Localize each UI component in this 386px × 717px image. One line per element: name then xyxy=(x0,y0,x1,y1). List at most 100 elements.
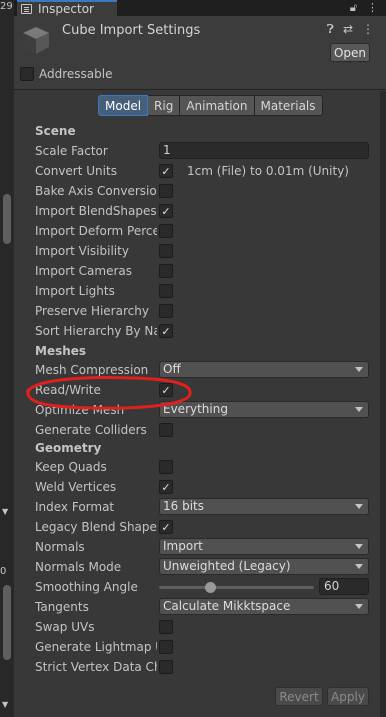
swap-uvs-row: Swap UVs xyxy=(35,618,380,636)
import-deform-checkbox[interactable] xyxy=(159,224,173,238)
section-scene: Scene xyxy=(35,124,76,138)
apply-button[interactable]: Apply xyxy=(327,687,369,706)
adjacent-panel-number-2: 0 xyxy=(0,566,7,577)
lock-icon[interactable]: 🔓︎ xyxy=(350,1,357,15)
convert-units-label: Convert Units xyxy=(35,164,117,178)
lightmap-uvs-checkbox[interactable] xyxy=(159,640,173,654)
import-deform-row: Import Deform Percent xyxy=(35,222,380,240)
generate-colliders-checkbox[interactable] xyxy=(159,423,173,437)
legacy-blend-row: Legacy Blend Shape Normals ✓ xyxy=(35,518,380,536)
scale-factor-label: Scale Factor xyxy=(35,144,108,158)
revert-button[interactable]: Revert xyxy=(275,687,323,706)
legacy-blend-checkbox[interactable]: ✓ xyxy=(159,520,173,534)
preserve-hierarchy-checkbox[interactable] xyxy=(159,304,173,318)
smoothing-angle-input[interactable]: 60 xyxy=(319,578,369,595)
addressable-checkbox[interactable] xyxy=(20,67,34,81)
import-cameras-checkbox[interactable] xyxy=(159,264,173,278)
weld-vertices-row: Weld Vertices ✓ xyxy=(35,478,380,496)
normals-value: Import xyxy=(163,539,203,553)
tab-animation[interactable]: Animation xyxy=(180,95,255,116)
adjacent-scrollbar-thumb[interactable] xyxy=(3,194,11,244)
import-visibility-label: Import Visibility xyxy=(35,244,129,258)
import-lights-row: Import Lights xyxy=(35,282,380,300)
normals-mode-row: Normals Mode Unweighted (Legacy) xyxy=(35,558,380,576)
scroll-down-arrow-icon[interactable]: ▼ xyxy=(2,507,8,516)
import-lights-checkbox[interactable] xyxy=(159,284,173,298)
import-visibility-checkbox[interactable] xyxy=(159,244,173,258)
section-geometry: Geometry xyxy=(35,441,102,455)
tab-materials[interactable]: Materials xyxy=(254,95,323,116)
bake-axis-row: Bake Axis Conversion xyxy=(35,182,380,200)
scroll-down-arrow-icon-2[interactable]: ▼ xyxy=(2,700,8,709)
strict-vertex-label: Strict Vertex Data Checks xyxy=(35,660,157,674)
import-blendshapes-checkbox[interactable]: ✓ xyxy=(159,204,173,218)
adjacent-panel-number: 29 xyxy=(0,1,12,12)
lightmap-uvs-row: Generate Lightmap UVs xyxy=(35,638,380,656)
normals-label: Normals xyxy=(35,540,85,554)
tangents-row: Tangents Calculate Mikktspace xyxy=(35,598,380,616)
more-icon[interactable]: ⋮ xyxy=(367,1,378,15)
strict-vertex-checkbox[interactable] xyxy=(159,660,173,674)
keep-quads-checkbox[interactable] xyxy=(159,460,173,474)
open-button[interactable]: Open xyxy=(330,43,370,62)
import-deform-label: Import Deform Percent xyxy=(35,224,157,238)
sort-hierarchy-checkbox[interactable]: ✓ xyxy=(159,324,173,338)
tab-rig[interactable]: Rig xyxy=(148,95,181,116)
chevron-down-icon xyxy=(355,564,363,569)
sort-hierarchy-row: Sort Hierarchy By Name ✓ xyxy=(35,322,380,340)
smoothing-angle-slider[interactable] xyxy=(159,586,314,589)
highlight-annotation-circle xyxy=(26,376,192,410)
convert-units-row: Convert Units ✓ 1cm (File) to 0.01m (Uni… xyxy=(35,162,380,180)
import-visibility-row: Import Visibility xyxy=(35,242,380,260)
import-cameras-row: Import Cameras xyxy=(35,262,380,280)
keep-quads-row: Keep Quads xyxy=(35,458,380,476)
preserve-hierarchy-row: Preserve Hierarchy xyxy=(35,302,380,320)
smoothing-angle-slider-handle[interactable] xyxy=(205,582,217,593)
normals-mode-dropdown[interactable]: Unweighted (Legacy) xyxy=(159,558,369,575)
scale-factor-input[interactable]: 1 xyxy=(159,142,369,159)
tab-inspector[interactable]: Inspector xyxy=(17,0,117,16)
weld-vertices-checkbox[interactable]: ✓ xyxy=(159,480,173,494)
keep-quads-label: Keep Quads xyxy=(35,460,107,474)
preserve-hierarchy-label: Preserve Hierarchy xyxy=(35,304,149,318)
header-title: Cube Import Settings xyxy=(62,23,201,38)
section-meshes: Meshes xyxy=(35,344,87,358)
swap-uvs-label: Swap UVs xyxy=(35,620,95,634)
weld-vertices-label: Weld Vertices xyxy=(35,480,117,494)
tangents-dropdown[interactable]: Calculate Mikktspace xyxy=(159,598,369,615)
normals-dropdown[interactable]: Import xyxy=(159,538,369,555)
chevron-down-icon xyxy=(355,604,363,609)
adjacent-panel-strip: 29 ▼ 0 ▼ xyxy=(0,0,14,717)
convert-units-checkbox[interactable]: ✓ xyxy=(159,164,173,178)
chevron-down-icon xyxy=(355,367,363,372)
legacy-blend-label: Legacy Blend Shape Normals xyxy=(35,520,157,534)
window-tab-bar: Inspector 🔓︎ ⋮ xyxy=(14,0,386,16)
chevron-down-icon xyxy=(355,544,363,549)
swap-uvs-checkbox[interactable] xyxy=(159,620,173,634)
mesh-asset-icon xyxy=(23,27,49,54)
generate-colliders-row: Generate Colliders xyxy=(35,421,380,439)
import-blendshapes-row: Import BlendShapes ✓ xyxy=(35,202,380,220)
tab-model[interactable]: Model xyxy=(98,95,149,116)
addressable-label: Addressable xyxy=(39,67,113,81)
import-blendshapes-label: Import BlendShapes xyxy=(35,204,157,218)
help-icon[interactable]: ❓︎ xyxy=(327,22,334,37)
tab-inspector-label: Inspector xyxy=(38,2,94,16)
inspector-scrollbar[interactable] xyxy=(380,91,386,717)
index-format-row: Index Format 16 bits xyxy=(35,498,380,516)
generate-colliders-label: Generate Colliders xyxy=(35,423,147,437)
adjacent-scrollbar-thumb-2[interactable] xyxy=(3,585,11,660)
normals-row: Normals Import xyxy=(35,538,380,556)
import-cameras-label: Import Cameras xyxy=(35,264,132,278)
chevron-down-icon xyxy=(355,407,363,412)
lightmap-uvs-label: Generate Lightmap UVs xyxy=(35,640,157,654)
bake-axis-checkbox[interactable] xyxy=(159,184,173,198)
settings-sliders-icon[interactable]: ⇄ xyxy=(343,22,353,37)
chevron-down-icon xyxy=(355,504,363,509)
tangents-label: Tangents xyxy=(35,600,89,614)
index-format-dropdown[interactable]: 16 bits xyxy=(159,498,369,515)
normals-mode-label: Normals Mode xyxy=(35,560,122,574)
sort-hierarchy-label: Sort Hierarchy By Name xyxy=(35,324,157,338)
more-icon[interactable]: ⋮ xyxy=(362,22,374,37)
scale-factor-row: Scale Factor 1 xyxy=(35,142,380,160)
